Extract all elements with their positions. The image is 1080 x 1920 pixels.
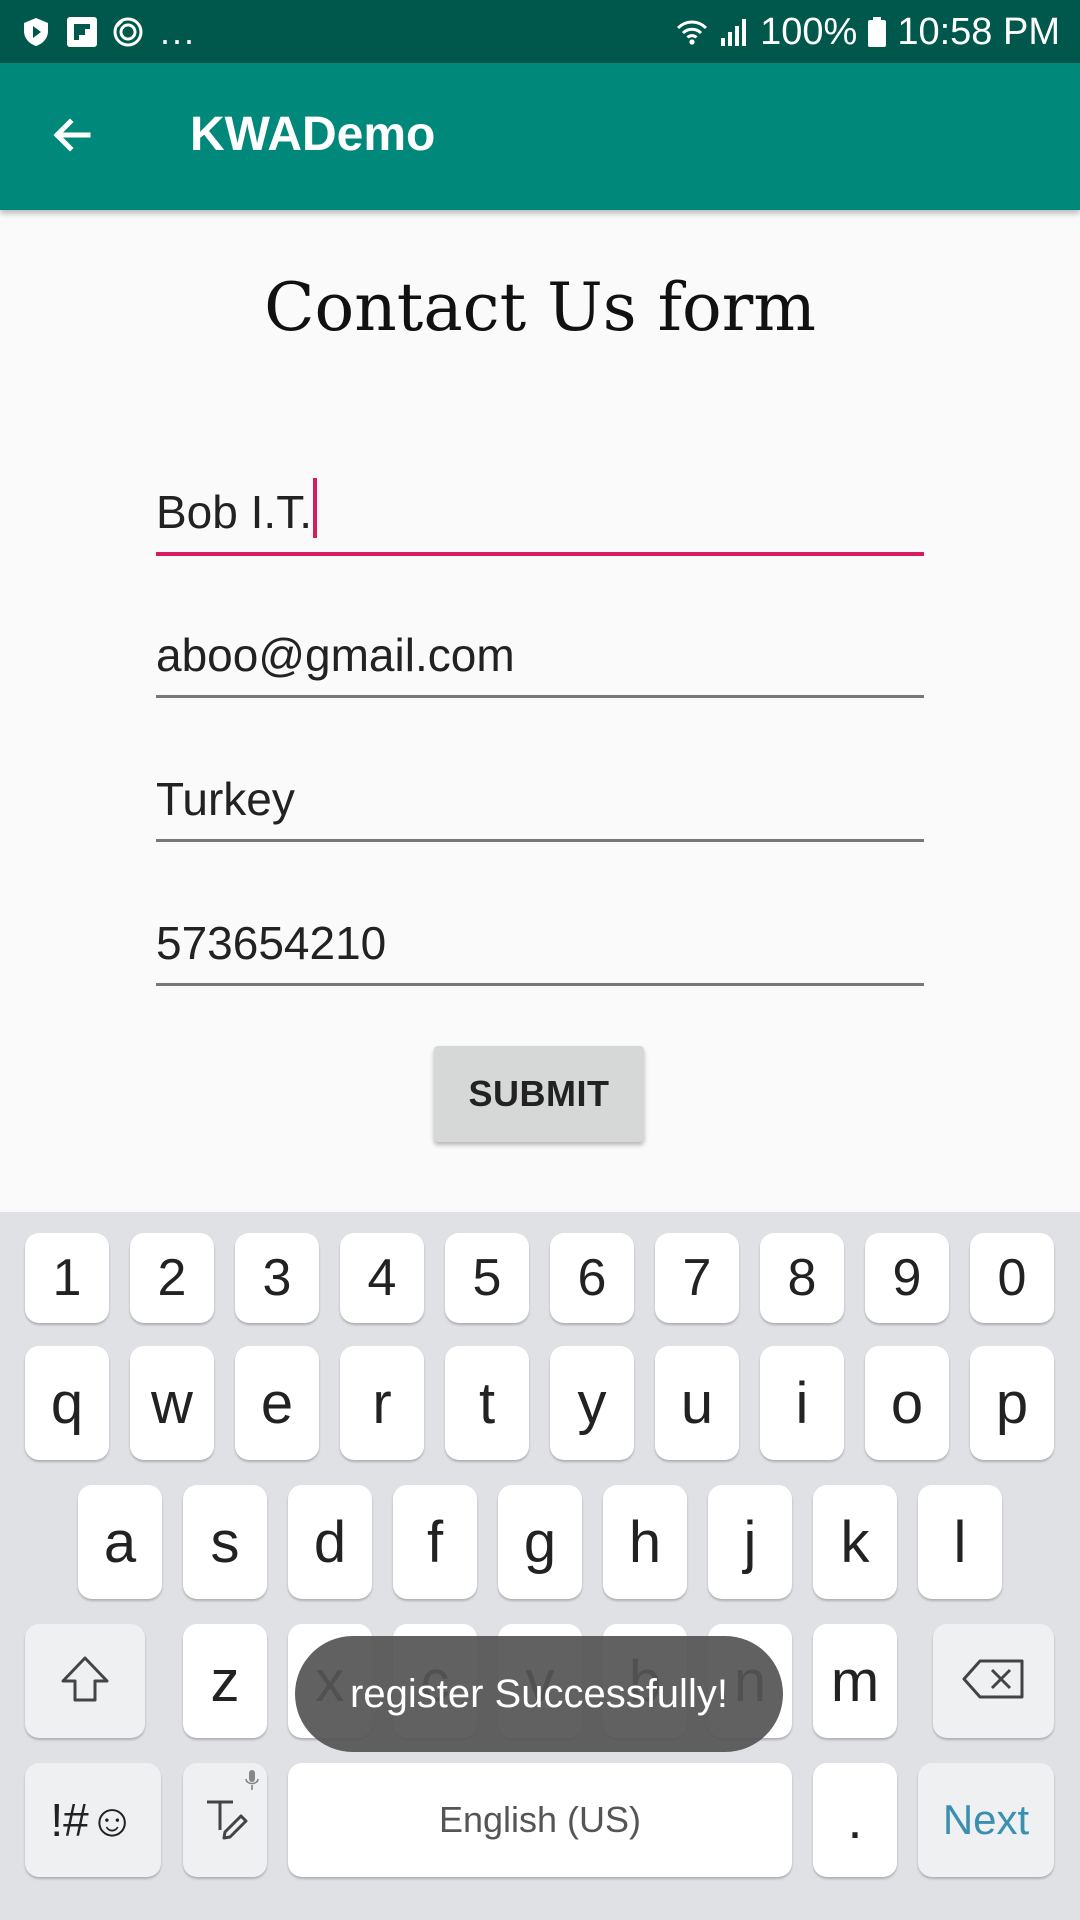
more-notifications: ... [160, 11, 197, 52]
key-4[interactable]: 4 [340, 1233, 424, 1323]
key-o[interactable]: o [865, 1346, 949, 1460]
shift-icon [57, 1651, 113, 1712]
key-f[interactable]: f [393, 1485, 477, 1599]
symbols-key[interactable]: !#☺ [25, 1763, 161, 1877]
wifi-icon [676, 16, 708, 48]
notification-icons: ... [20, 10, 196, 54]
key-m[interactable]: m [813, 1624, 897, 1738]
mic-icon [245, 1769, 259, 1796]
key-a[interactable]: a [78, 1485, 162, 1599]
back-button[interactable] [36, 101, 108, 173]
page-title: Contact Us form [264, 269, 816, 346]
key-d[interactable]: d [288, 1485, 372, 1599]
key-t[interactable]: t [445, 1346, 529, 1460]
email-field-value: aboo@gmail.com [156, 629, 515, 681]
key-q[interactable]: q [25, 1346, 109, 1460]
key-7[interactable]: 7 [655, 1233, 739, 1323]
space-key[interactable]: English (US) [288, 1763, 792, 1877]
submit-button[interactable]: SUBMIT [434, 1046, 644, 1142]
key-y[interactable]: y [550, 1346, 634, 1460]
key-l[interactable]: l [918, 1485, 1002, 1599]
key-8[interactable]: 8 [760, 1233, 844, 1323]
system-icons: 100% 10:58 PM [676, 10, 1060, 54]
key-e[interactable]: e [235, 1346, 319, 1460]
key-j[interactable]: j [708, 1485, 792, 1599]
key-0[interactable]: 0 [970, 1233, 1054, 1323]
app-title: KWADemo [190, 108, 436, 161]
backspace-icon [960, 1657, 1028, 1706]
phone-field-value: 573654210 [156, 917, 387, 969]
key-p[interactable]: p [970, 1346, 1054, 1460]
shift-key[interactable] [25, 1624, 145, 1738]
arrow-left-icon [48, 111, 96, 164]
status-bar: ... 100% 10:58 PM [0, 0, 1080, 63]
clock: 10:58 PM [897, 10, 1060, 53]
key-h[interactable]: h [603, 1485, 687, 1599]
key-g[interactable]: g [498, 1485, 582, 1599]
key-1[interactable]: 1 [25, 1233, 109, 1323]
key-s[interactable]: s [183, 1485, 267, 1599]
period-key[interactable]: . [813, 1763, 897, 1877]
key-2[interactable]: 2 [130, 1233, 214, 1323]
shield-play-icon [20, 16, 52, 48]
handwriting-key[interactable] [183, 1763, 267, 1877]
key-r[interactable]: r [340, 1346, 424, 1460]
text-cursor [312, 478, 317, 538]
key-i[interactable]: i [760, 1346, 844, 1460]
email-field[interactable]: aboo@gmail.com [156, 625, 924, 698]
key-9[interactable]: 9 [865, 1233, 949, 1323]
name-field-value-wrap: Bob I.T. [156, 478, 317, 540]
battery-percent: 100% [760, 10, 858, 53]
pen-icon [197, 1790, 253, 1851]
key-w[interactable]: w [130, 1346, 214, 1460]
backspace-key[interactable] [933, 1624, 1054, 1738]
app-bar: KWADemo [0, 63, 1080, 210]
next-key[interactable]: Next [918, 1763, 1054, 1877]
key-3[interactable]: 3 [235, 1233, 319, 1323]
toast-message: register Successfully! [295, 1636, 783, 1752]
key-k[interactable]: k [813, 1485, 897, 1599]
signal-icon [718, 16, 750, 48]
phone-field[interactable]: 573654210 [156, 913, 924, 986]
key-u[interactable]: u [655, 1346, 739, 1460]
name-field-value: Bob I.T. [156, 486, 312, 538]
soft-keyboard: 1 2 3 4 5 6 7 8 9 0 q w e r t y u i o p … [0, 1212, 1080, 1920]
key-5[interactable]: 5 [445, 1233, 529, 1323]
battery-icon [867, 16, 887, 48]
key-6[interactable]: 6 [550, 1233, 634, 1323]
name-field[interactable]: Bob I.T. [156, 478, 924, 556]
sync-icon [112, 16, 144, 48]
country-field-value: Turkey [156, 773, 295, 825]
key-z[interactable]: z [183, 1624, 267, 1738]
country-field[interactable]: Turkey [156, 769, 924, 842]
flipboard-icon [66, 16, 98, 48]
